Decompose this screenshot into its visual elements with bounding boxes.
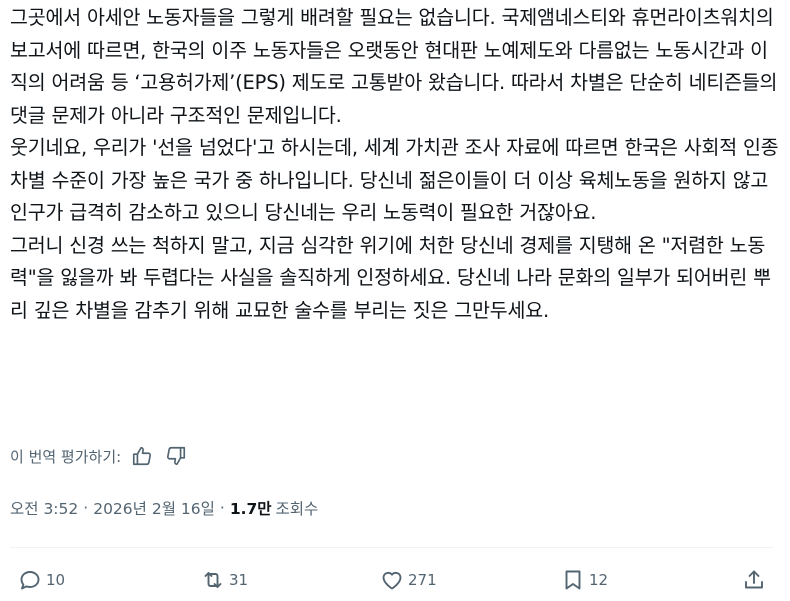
- reply-icon: [20, 571, 40, 590]
- tweet-meta: 오전 3:52 · 2026년 2월 16일 · 1.7만 조회수: [10, 497, 318, 519]
- separator-dot: ·: [83, 499, 89, 517]
- translation-rating-label: 이 번역 평가하기:: [10, 447, 122, 466]
- reply-button[interactable]: 10: [18, 562, 65, 598]
- share-icon: [745, 570, 763, 589]
- bookmark-button[interactable]: 12: [561, 562, 608, 598]
- like-button[interactable]: 271: [380, 562, 437, 598]
- thumbs-down-icon[interactable]: [165, 445, 187, 467]
- tweet-text: 그곳에서 아세안 노동자들을 그렇게 배려할 필요는 없습니다. 국제앰네스티와…: [10, 2, 780, 327]
- share-button[interactable]: [742, 562, 766, 598]
- repost-icon: [204, 572, 222, 588]
- like-count: 271: [408, 571, 437, 589]
- repost-count: 31: [229, 571, 249, 589]
- bookmark-count: 12: [589, 571, 609, 589]
- action-bar: 10 31 271 12: [0, 562, 790, 598]
- tweet-paragraph-1: 그곳에서 아세안 노동자들을 그렇게 배려할 필요는 없습니다. 국제앰네스티와…: [10, 6, 778, 127]
- separator-dot: ·: [219, 499, 225, 517]
- views-label: 조회수: [275, 500, 319, 518]
- translation-rating: 이 번역 평가하기:: [10, 444, 199, 468]
- tweet-time[interactable]: 오전 3:52: [10, 497, 78, 519]
- views-count: 1.7만: [229, 500, 272, 518]
- thumbs-up-icon[interactable]: [131, 445, 153, 467]
- bookmark-icon: [565, 570, 581, 590]
- tweet-paragraph-3: 그러니 신경 쓰는 척하지 말고, 지금 심각한 위기에 처한 당신네 경제를 …: [10, 233, 771, 322]
- reply-count: 10: [46, 571, 66, 589]
- heart-icon: [382, 571, 402, 590]
- repost-button[interactable]: 31: [201, 562, 248, 598]
- tweet-paragraph-2: 웃기네요, 우리가 '선을 넘었다'고 하시는데, 세계 가치관 조사 자료에 …: [10, 136, 779, 224]
- divider: [10, 547, 773, 548]
- tweet-date[interactable]: 2026년 2월 16일: [93, 497, 215, 519]
